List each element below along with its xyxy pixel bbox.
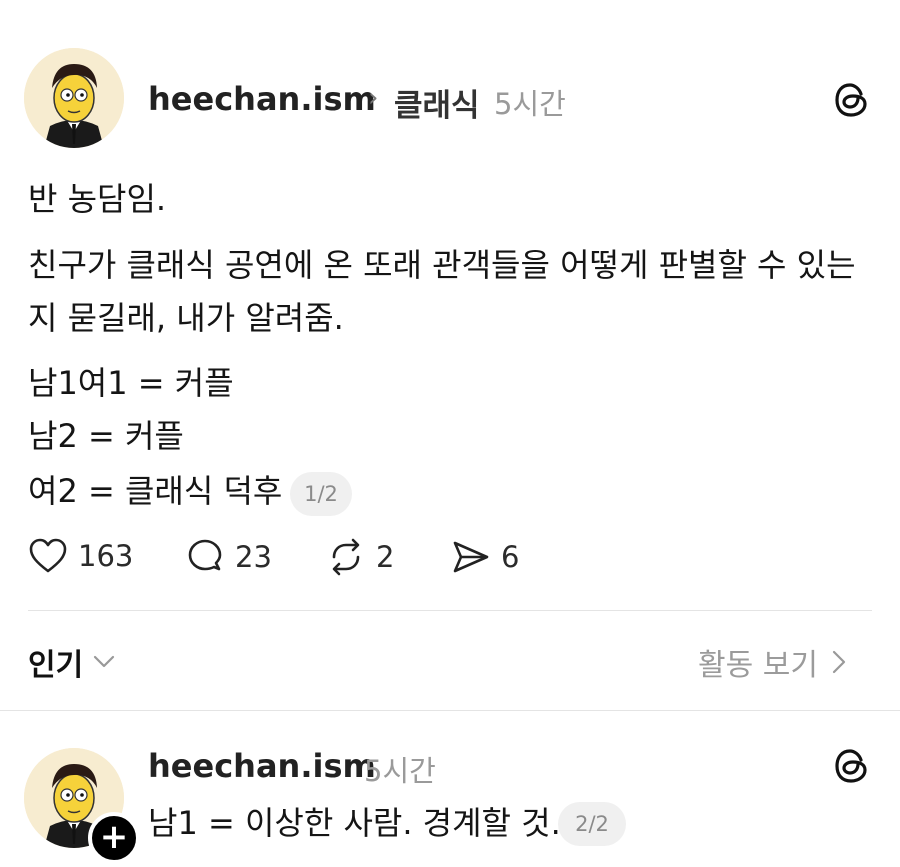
post-username[interactable]: heechan.ism (148, 80, 376, 118)
reply-text: 남1 = 이상한 사람. 경계할 것. (148, 804, 561, 842)
reply-username[interactable]: heechan.ism (148, 747, 376, 785)
chevron-down-icon (94, 655, 115, 668)
threads-logo-icon[interactable] (832, 746, 872, 786)
repost-button[interactable]: 2 (326, 537, 394, 577)
heart-icon (29, 538, 67, 573)
repost-icon (332, 538, 360, 576)
sort-label: 인기 (28, 648, 84, 683)
post-text-line: 남1여1 = 커플 (28, 364, 234, 402)
post-timestamp: 5시간 (494, 87, 566, 121)
reply-timestamp: 5시간 (364, 754, 436, 788)
post-text-line: 반 농담임. (28, 180, 167, 218)
divider (28, 610, 872, 611)
page-indicator: 1/2 (290, 472, 352, 516)
author-avatar[interactable] (24, 48, 124, 148)
post-text-line: 지 묻길래, 내가 알려줌. (28, 299, 344, 337)
post-text-line: 여2 = 클래식 덕후 (28, 472, 283, 510)
comment-button[interactable]: 23 (185, 537, 272, 577)
share-count: 6 (501, 540, 520, 574)
send-icon (453, 541, 489, 573)
comment-count: 23 (235, 540, 272, 574)
avatar-cartoon-icon (24, 48, 124, 148)
threads-logo-icon[interactable] (832, 80, 872, 120)
post-text-line: 남2 = 커플 (28, 417, 184, 455)
repost-count: 2 (376, 540, 395, 574)
reply-page-indicator: 2/2 (558, 802, 626, 846)
like-count: 163 (78, 539, 134, 573)
post-topic[interactable]: 클래식 (394, 80, 480, 125)
share-button[interactable]: 6 (451, 537, 519, 577)
comment-bubble-icon (188, 539, 222, 571)
sort-dropdown[interactable]: 인기 (28, 640, 115, 684)
view-activity-link[interactable]: 활동 보기 (698, 640, 846, 684)
follow-plus-icon[interactable]: + (88, 812, 140, 864)
chevron-right-icon: › (368, 83, 379, 113)
post-text-line: 친구가 클래식 공연에 온 또래 관객들을 어떻게 판별할 수 있는 (28, 246, 856, 284)
chevron-right-icon (832, 650, 846, 674)
like-button[interactable]: 163 (28, 537, 133, 575)
divider (0, 710, 900, 711)
view-activity-label: 활동 보기 (698, 648, 818, 683)
